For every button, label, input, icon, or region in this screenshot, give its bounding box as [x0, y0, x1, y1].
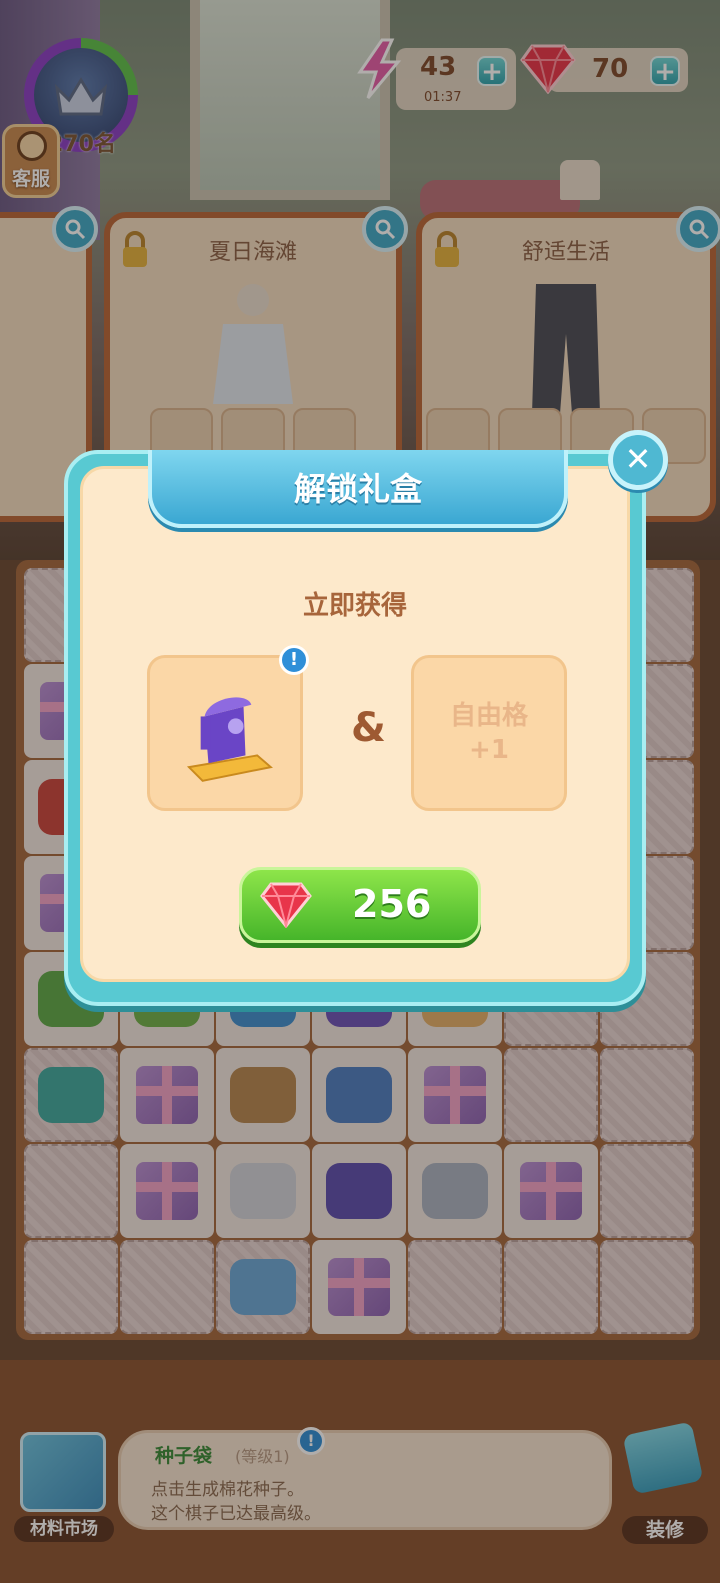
dialog-title: 解锁礼盒 [293, 470, 422, 508]
free-slot-amount: +1 [469, 735, 509, 765]
dialog-body: 立即获得 ! & 自由格 +1 256 [80, 466, 630, 982]
sewing-machine-icon [186, 697, 273, 782]
unlock-gift-dialog: 立即获得 ! & 自由格 +1 256 解锁礼盒 [64, 450, 646, 1006]
reward-free-slot: 自由格 +1 [411, 655, 567, 811]
dialog-subtitle: 立即获得 [302, 591, 407, 621]
free-slot-label: 自由格 [449, 701, 528, 731]
reward-sewing-machine[interactable] [147, 655, 303, 811]
reward-info-button[interactable]: ! [279, 645, 309, 675]
close-button[interactable]: ✕ [608, 430, 668, 490]
purchase-button[interactable]: 256 [239, 867, 481, 943]
reward-separator: & [351, 705, 386, 751]
dialog-header: 解锁礼盒 [148, 450, 568, 528]
gem-icon [260, 882, 312, 928]
purchase-price: 256 [352, 882, 432, 926]
